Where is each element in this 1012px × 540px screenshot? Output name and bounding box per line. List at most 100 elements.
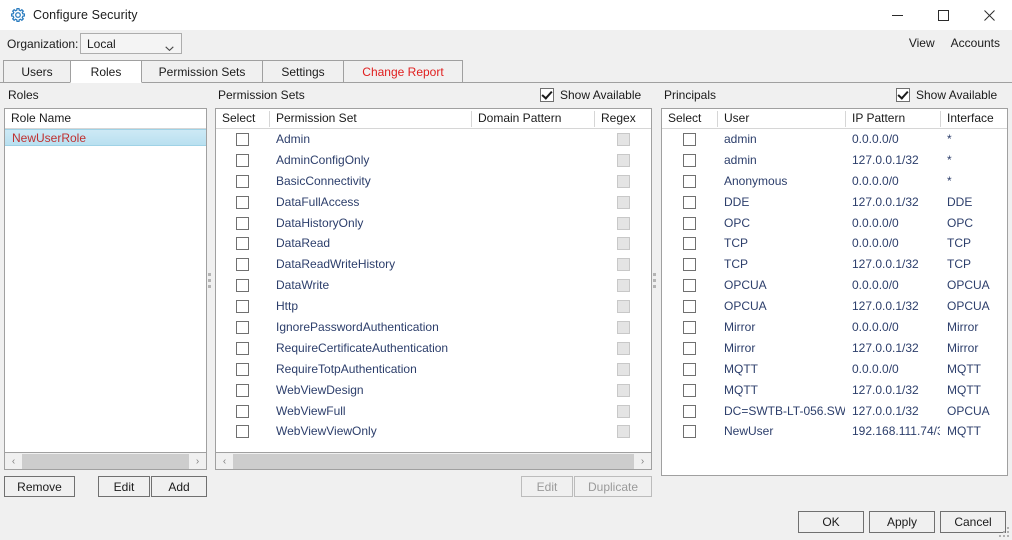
remove-role-button[interactable]: Remove: [4, 476, 75, 497]
principal-row[interactable]: OPCUA 0.0.0.0/0 OPCUA: [662, 275, 1007, 296]
splitter-permissions-principals[interactable]: [652, 108, 657, 453]
pr-col-user[interactable]: User: [718, 109, 845, 128]
permission-set-row[interactable]: RequireTotpAuthentication: [216, 359, 651, 380]
principal-select-checkbox[interactable]: [683, 362, 696, 376]
principal-select-cell[interactable]: [662, 359, 717, 380]
principal-row[interactable]: MQTT 0.0.0.0/0 MQTT: [662, 359, 1007, 380]
permission-set-row[interactable]: DataWrite: [216, 275, 651, 296]
permission-set-row[interactable]: RequireCertificateAuthentication: [216, 338, 651, 359]
permission-set-select-checkbox[interactable]: [236, 300, 249, 314]
roles-hscrollbar[interactable]: ‹ ›: [4, 453, 207, 470]
roles-hscroll-thumb[interactable]: [22, 453, 189, 469]
scroll-right-icon[interactable]: ›: [634, 454, 651, 469]
permission-sets-show-available-checkbox[interactable]: [540, 88, 554, 102]
tab-settings[interactable]: Settings: [262, 60, 344, 83]
principal-select-checkbox[interactable]: [683, 195, 696, 209]
principal-select-cell[interactable]: [662, 338, 717, 359]
principal-select-cell[interactable]: [662, 275, 717, 296]
ps-col-regex[interactable]: Regex: [595, 109, 651, 128]
principal-row[interactable]: admin 127.0.0.1/32 *: [662, 150, 1007, 171]
pr-col-interface[interactable]: Interface: [941, 109, 1007, 128]
ps-col-permission-set[interactable]: Permission Set: [270, 109, 471, 128]
principals-show-available[interactable]: Show Available: [896, 88, 997, 102]
principal-select-cell[interactable]: [662, 254, 717, 275]
principal-row[interactable]: Mirror 127.0.0.1/32 Mirror: [662, 338, 1007, 359]
permission-set-select-cell[interactable]: [216, 192, 269, 213]
permission-set-select-checkbox[interactable]: [236, 195, 249, 209]
permission-set-select-checkbox[interactable]: [236, 341, 249, 355]
principal-select-cell[interactable]: [662, 171, 717, 192]
principal-select-checkbox[interactable]: [683, 174, 696, 188]
permission-set-select-checkbox[interactable]: [236, 132, 249, 146]
permission-set-select-cell[interactable]: [216, 296, 269, 317]
principal-select-cell[interactable]: [662, 296, 717, 317]
principal-select-checkbox[interactable]: [683, 237, 696, 251]
principal-row[interactable]: TCP 127.0.0.1/32 TCP: [662, 254, 1007, 275]
principal-select-checkbox[interactable]: [683, 341, 696, 355]
permission-set-select-checkbox[interactable]: [236, 216, 249, 230]
permission-set-select-checkbox[interactable]: [236, 153, 249, 167]
principal-select-cell[interactable]: [662, 421, 717, 442]
principal-select-cell[interactable]: [662, 233, 717, 254]
permission-set-select-checkbox[interactable]: [236, 425, 249, 439]
pr-col-select[interactable]: Select: [662, 109, 717, 128]
permission-set-select-cell[interactable]: [216, 150, 269, 171]
splitter-roles-permissions[interactable]: [207, 108, 212, 453]
permission-set-select-cell[interactable]: [216, 401, 269, 422]
tab-change-report[interactable]: Change Report: [343, 60, 463, 83]
add-role-button[interactable]: Add: [151, 476, 207, 497]
permission-set-select-checkbox[interactable]: [236, 237, 249, 251]
role-list-item[interactable]: NewUserRole: [5, 129, 206, 146]
permission-set-select-checkbox[interactable]: [236, 362, 249, 376]
permission-set-select-checkbox[interactable]: [236, 404, 249, 418]
permission-set-select-cell[interactable]: [216, 233, 269, 254]
permission-set-row[interactable]: BasicConnectivity: [216, 171, 651, 192]
permission-set-row[interactable]: WebViewFull: [216, 401, 651, 422]
principal-row[interactable]: OPC 0.0.0.0/0 OPC: [662, 213, 1007, 234]
tab-roles[interactable]: Roles: [70, 60, 142, 83]
permission-set-select-cell[interactable]: [216, 171, 269, 192]
permission-set-row[interactable]: DataFullAccess: [216, 192, 651, 213]
principal-select-cell[interactable]: [662, 129, 717, 150]
minimize-button[interactable]: [874, 0, 920, 30]
principal-select-checkbox[interactable]: [683, 425, 696, 439]
maximize-button[interactable]: [920, 0, 966, 30]
scroll-left-icon[interactable]: ‹: [216, 454, 233, 469]
principal-row[interactable]: NewUser 192.168.111.74/3 MQTT: [662, 421, 1007, 442]
scroll-right-icon[interactable]: ›: [189, 454, 206, 469]
permission-set-row[interactable]: IgnorePasswordAuthentication: [216, 317, 651, 338]
permission-set-select-cell[interactable]: [216, 359, 269, 380]
tab-users[interactable]: Users: [3, 60, 71, 83]
scroll-left-icon[interactable]: ‹: [5, 454, 22, 469]
close-button[interactable]: [966, 0, 1012, 30]
permission-set-select-checkbox[interactable]: [236, 383, 249, 397]
organization-dropdown[interactable]: Local: [80, 33, 182, 54]
pr-col-ip-pattern[interactable]: IP Pattern: [846, 109, 940, 128]
principal-select-checkbox[interactable]: [683, 153, 696, 167]
principal-select-checkbox[interactable]: [683, 258, 696, 272]
permission-set-row[interactable]: AdminConfigOnly: [216, 150, 651, 171]
edit-role-button[interactable]: Edit: [98, 476, 150, 497]
view-menu[interactable]: View: [909, 36, 935, 50]
duplicate-permission-set-button[interactable]: Duplicate: [574, 476, 652, 497]
permission-set-select-checkbox[interactable]: [236, 174, 249, 188]
principal-row[interactable]: OPCUA 127.0.0.1/32 OPCUA: [662, 296, 1007, 317]
permission-set-select-cell[interactable]: [216, 275, 269, 296]
permission-set-row[interactable]: DataHistoryOnly: [216, 213, 651, 234]
principal-select-checkbox[interactable]: [683, 383, 696, 397]
principal-row[interactable]: MQTT 127.0.0.1/32 MQTT: [662, 380, 1007, 401]
permission-set-select-cell[interactable]: [216, 338, 269, 359]
permission-set-select-cell[interactable]: [216, 380, 269, 401]
principal-select-checkbox[interactable]: [683, 216, 696, 230]
principal-row[interactable]: admin 0.0.0.0/0 *: [662, 129, 1007, 150]
permission-set-row[interactable]: Admin: [216, 129, 651, 150]
permission-set-select-cell[interactable]: [216, 213, 269, 234]
ps-col-select[interactable]: Select: [216, 109, 269, 128]
permission-set-select-checkbox[interactable]: [236, 320, 249, 334]
principal-row[interactable]: Anonymous 0.0.0.0/0 *: [662, 171, 1007, 192]
permission-set-select-checkbox[interactable]: [236, 279, 249, 293]
principals-show-available-checkbox[interactable]: [896, 88, 910, 102]
apply-button[interactable]: Apply: [869, 511, 935, 533]
ps-col-domain-pattern[interactable]: Domain Pattern: [472, 109, 594, 128]
principal-row[interactable]: TCP 0.0.0.0/0 TCP: [662, 233, 1007, 254]
